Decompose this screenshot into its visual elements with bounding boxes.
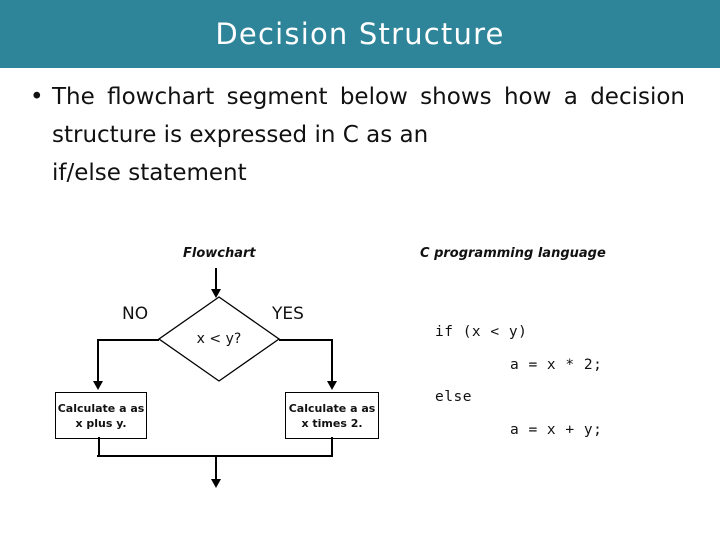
bullet-body: • The flowchart segment below shows how … — [30, 78, 685, 192]
page-title: Decision Structure — [215, 16, 505, 51]
bullet-text: The flowchart segment below shows how a … — [52, 78, 685, 192]
process-box-left-line2: x plus y. — [75, 416, 127, 430]
branch-label-yes: YES — [272, 304, 304, 324]
slide-root: Decision Structure • The flowchart segme… — [0, 0, 720, 540]
code-line-if: if (x < y) — [435, 324, 528, 340]
code-line-then-statement: a = x * 2; — [510, 357, 603, 373]
process-box-right-line1: Calculate a as — [288, 401, 376, 415]
process-box-right-line2: x times 2. — [301, 416, 363, 430]
process-box-left: Calculate a as x plus y. — [55, 392, 147, 439]
branch-label-no: NO — [122, 304, 149, 324]
process-box-right: Calculate a as x times 2. — [285, 392, 379, 439]
no-branch-arrowhead-icon — [93, 381, 103, 390]
bullet-marker-icon: • — [30, 84, 44, 110]
no-branch-horizontal-line — [97, 339, 159, 341]
code-line-else: else — [435, 389, 472, 405]
merge-exit-arrowhead-icon — [211, 479, 221, 488]
yes-branch-arrowhead-icon — [327, 381, 337, 390]
code-panel-caption: C programming language — [420, 246, 606, 261]
decision-label: x < y? — [196, 331, 242, 347]
no-branch-vertical-line — [97, 339, 99, 382]
bullet-line-1: The flowchart segment below shows how a — [52, 84, 578, 110]
process-box-left-line1: Calculate a as — [57, 401, 145, 415]
yes-branch-horizontal-line — [279, 339, 333, 341]
entry-connector-line — [215, 268, 217, 290]
code-line-else-statement: a = x + y; — [510, 422, 603, 438]
bullet-line-3: if/else statement — [52, 160, 247, 186]
yes-branch-vertical-line — [331, 339, 333, 382]
left-box-exit-line — [98, 437, 100, 456]
bullet-item: • The flowchart segment below shows how … — [30, 78, 685, 192]
decision-diamond: x < y? — [158, 296, 280, 382]
flowchart-caption: Flowchart — [183, 246, 256, 261]
right-box-exit-line — [331, 437, 333, 456]
merge-exit-line — [215, 455, 217, 480]
